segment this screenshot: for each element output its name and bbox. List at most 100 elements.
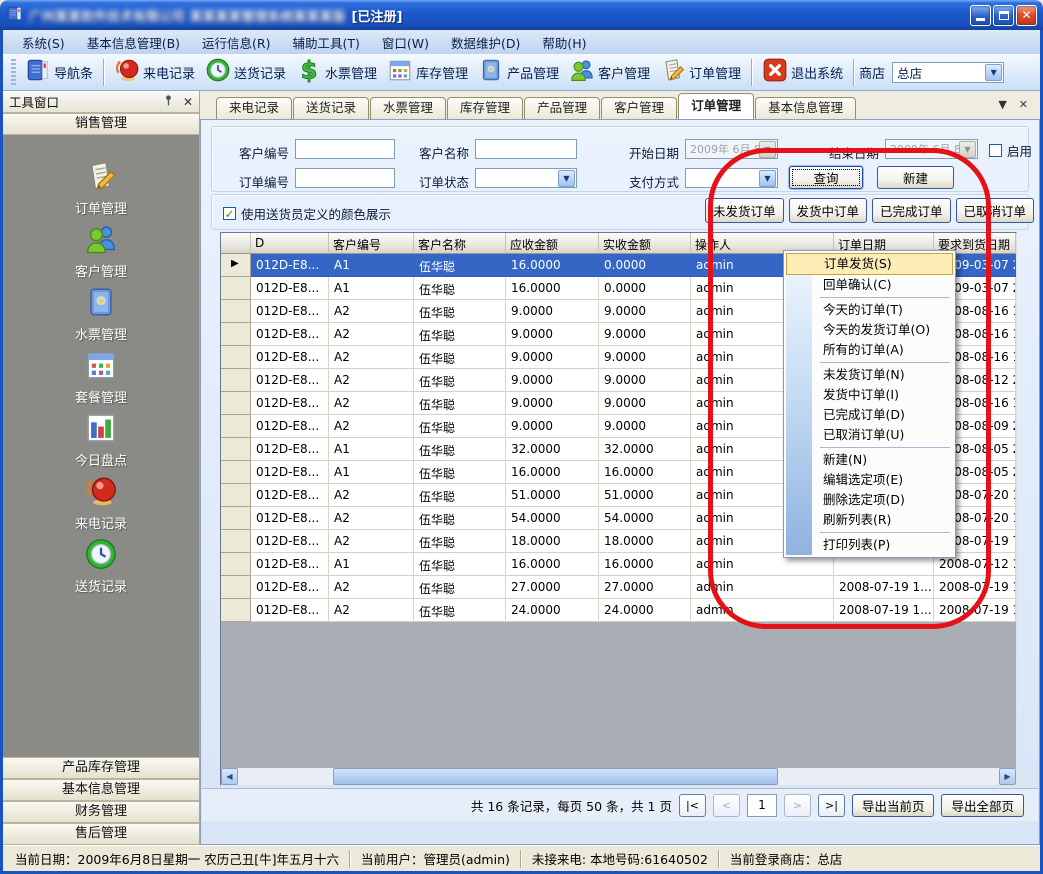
sidebar-item-water-ticket-management[interactable]: ★水票管理 [3,285,199,348]
menu-item-4[interactable]: 窗口(W) [371,30,440,55]
toolbar-navigation-bar-button[interactable]: 导航条 [20,55,98,89]
table-row[interactable]: 012D-E8...A2伍华聪27.000027.0000admin2008-0… [221,576,1016,599]
tab-customer[interactable]: 客户管理 [601,97,677,119]
next-page-button[interactable]: > [784,794,811,817]
context-menu-item-9[interactable]: 已完成订单(D) [786,405,953,425]
sidebar-group-0[interactable]: 产品库存管理 [3,757,199,779]
grid-header-cell[interactable] [221,233,251,254]
tab-water-ticket[interactable]: 水票管理 [370,97,446,119]
row-selector-cell[interactable] [221,300,251,323]
maximize-button[interactable] [993,5,1014,26]
row-selector-cell[interactable] [221,323,251,346]
sidebar-item-customer-management[interactable]: 客户管理 [3,222,199,285]
context-menu-item-3[interactable]: 今天的订单(T) [786,300,953,320]
sidebar-item-call-records[interactable]: 来电记录 [3,474,199,537]
menu-item-3[interactable]: 辅助工具(T) [282,30,371,55]
sidebar-group-3[interactable]: 售后管理 [3,823,199,845]
customer-name-input[interactable] [475,139,577,159]
tab-delivery-records[interactable]: 送货记录 [293,97,369,119]
query-button[interactable]: 查询 [789,166,863,189]
table-row[interactable]: 012D-E8...A2伍华聪24.000024.0000admin2008-0… [221,599,1016,622]
sidebar-item-order-management[interactable]: 订单管理 [3,159,199,222]
tab-list-chevron-icon[interactable]: ▼ [998,98,1006,111]
tab-order[interactable]: 订单管理 [678,93,754,119]
grid-header-cell[interactable]: 客户编号 [329,233,414,254]
context-menu-item-7[interactable]: 未发货订单(N) [786,365,953,385]
close-button[interactable]: ✕ [1016,5,1037,26]
sidebar-item-delivery-records[interactable]: 送货记录 [3,537,199,600]
sidebar-group-sales[interactable]: 销售管理 [3,113,199,135]
minimize-button[interactable] [970,5,991,26]
menu-item-1[interactable]: 基本信息管理(B) [76,30,191,55]
tab-basic-info[interactable]: 基本信息管理 [755,97,856,119]
toolbar-exit-system-button[interactable]: 退出系统 [757,55,848,89]
start-date-picker[interactable]: 2009年 6月 8日 ▼ [685,139,778,159]
menu-item-2[interactable]: 运行信息(R) [191,30,281,55]
grid-header-cell[interactable]: D [251,233,329,254]
pin-icon[interactable] [162,94,175,110]
row-selector-cell[interactable] [221,553,251,576]
tab-inventory[interactable]: 库存管理 [447,97,523,119]
row-selector-cell[interactable] [221,415,251,438]
shipping-orders-button[interactable]: 发货中订单 [789,198,868,223]
row-selector-cell[interactable] [221,392,251,415]
menu-item-6[interactable]: 帮助(H) [531,30,597,55]
tab-call-records[interactable]: 来电记录 [216,97,292,119]
prev-page-button[interactable]: < [713,794,740,817]
context-menu-item-5[interactable]: 所有的订单(A) [786,340,953,360]
order-status-select[interactable]: ▼ [475,168,577,188]
first-page-button[interactable]: |< [679,794,706,817]
toolbar-customer-management-button[interactable]: 客户管理 [564,55,655,89]
menu-item-5[interactable]: 数据维护(D) [440,30,531,55]
toolbar-water-ticket-management-button[interactable]: $水票管理 [291,55,382,89]
toolbar-delivery-records-button[interactable]: 送货记录 [200,55,291,89]
customer-no-input[interactable] [295,139,395,159]
context-menu-item-15[interactable]: 刷新列表(R) [786,510,953,530]
scrollbar-thumb[interactable] [333,768,778,785]
tab-close-icon[interactable]: ✕ [1019,98,1028,111]
cancelled-orders-button[interactable]: 已取消订单 [956,198,1035,223]
row-selector-cell[interactable] [221,599,251,622]
context-menu-item-13[interactable]: 编辑选定项(E) [786,470,953,490]
row-selector-cell[interactable] [221,484,251,507]
order-no-input[interactable] [295,168,395,188]
deliveryman-color-checkbox[interactable] [223,207,236,220]
sidebar-item-package-management[interactable]: 套餐管理 [3,348,199,411]
context-menu-item-8[interactable]: 发货中订单(I) [786,385,953,405]
grid-header-cell[interactable]: 应收金额 [506,233,599,254]
context-menu-item-12[interactable]: 新建(N) [786,450,953,470]
grid-header-cell[interactable]: 实收金额 [599,233,691,254]
export-all-pages-button[interactable]: 导出全部页 [941,794,1024,817]
context-menu-item-1[interactable]: 回单确认(C) [786,275,953,295]
shop-combobox[interactable]: 总店▼ [892,62,1004,83]
row-selector-cell[interactable] [221,507,251,530]
export-current-page-button[interactable]: 导出当前页 [852,794,935,817]
end-date-picker[interactable]: 2009年 6月 8日 ▼ [885,139,978,159]
scroll-right-icon[interactable]: ▶ [999,768,1016,785]
toolbar-product-management-button[interactable]: ★产品管理 [473,55,564,89]
sidebar-group-2[interactable]: 财务管理 [3,801,199,823]
context-menu-item-4[interactable]: 今天的发货订单(O) [786,320,953,340]
context-menu-item-0[interactable]: 订单发货(S) [786,253,953,275]
scroll-left-icon[interactable]: ◀ [221,768,238,785]
row-selector-cell[interactable] [221,438,251,461]
enable-checkbox[interactable] [989,144,1002,157]
tool-window-close-icon[interactable]: ✕ [183,95,193,109]
sidebar-item-today-inventory[interactable]: 今日盘点 [3,411,199,474]
row-selector-cell[interactable]: ▶ [221,254,251,277]
menu-item-0[interactable]: 系统(S) [11,30,76,55]
grid-header-cell[interactable]: 客户名称 [414,233,506,254]
context-menu-item-10[interactable]: 已取消订单(U) [786,425,953,445]
row-selector-cell[interactable] [221,369,251,392]
unshipped-orders-button[interactable]: 未发货订单 [705,198,784,223]
horizontal-scrollbar[interactable]: ◀ ▶ [221,768,1016,785]
toolbar-order-management-button[interactable]: 订单管理 [655,55,746,89]
row-selector-cell[interactable] [221,346,251,369]
toolbar-inventory-management-button[interactable]: 库存管理 [382,55,473,89]
context-menu-item-17[interactable]: 打印列表(P) [786,535,953,555]
tab-product[interactable]: 产品管理 [524,97,600,119]
context-menu-item-14[interactable]: 删除选定项(D) [786,490,953,510]
row-selector-cell[interactable] [221,461,251,484]
row-selector-cell[interactable] [221,277,251,300]
page-number-input[interactable] [747,794,777,817]
